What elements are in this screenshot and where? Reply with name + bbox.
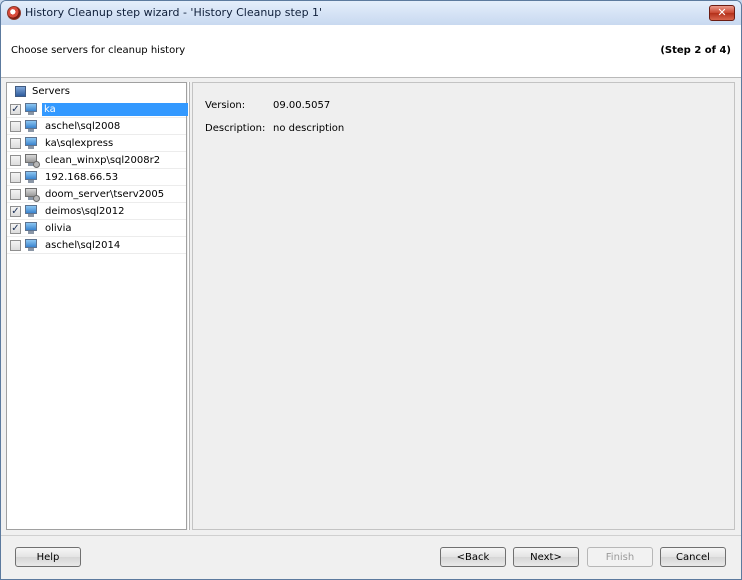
back-button[interactable]: <Back: [440, 547, 506, 567]
tree-item-server[interactable]: aschel\sql2008: [7, 118, 186, 135]
app-icon: [7, 6, 21, 20]
server-checkbox[interactable]: ✓: [10, 206, 21, 217]
server-checkbox[interactable]: [10, 138, 21, 149]
server-label: deimos\sql2012: [45, 206, 125, 217]
server-online-icon: [23, 238, 41, 253]
tree-root-label: Servers: [32, 86, 71, 97]
server-offline-icon: [23, 187, 41, 202]
server-checkbox[interactable]: [10, 240, 21, 251]
server-label: ka: [42, 103, 189, 116]
server-checkbox[interactable]: [10, 155, 21, 166]
tree-item-server[interactable]: ka\sqlexpress: [7, 135, 186, 152]
tree-item-server[interactable]: ✓ olivia: [7, 220, 186, 237]
server-label: aschel\sql2008: [45, 121, 121, 132]
description-value: no description: [273, 123, 345, 134]
help-button[interactable]: Help: [15, 547, 81, 567]
server-label: doom_server\tserv2005: [45, 189, 165, 200]
title-bar: History Cleanup step wizard - 'History C…: [1, 1, 741, 25]
server-online-icon: [23, 204, 41, 219]
server-checkbox[interactable]: ✓: [10, 104, 21, 115]
close-button[interactable]: ✕: [709, 5, 735, 21]
server-label: olivia: [45, 223, 72, 234]
server-online-icon: [23, 136, 41, 151]
server-checkbox[interactable]: [10, 172, 21, 183]
server-offline-icon: [23, 153, 41, 168]
wizard-header: Choose servers for cleanup history (Step…: [1, 25, 741, 78]
server-label: clean_winxp\sql2008r2: [45, 155, 161, 166]
version-label: Version:: [205, 100, 246, 111]
tree-item-server[interactable]: clean_winxp\sql2008r2: [7, 152, 186, 169]
tree-item-server[interactable]: ✓ deimos\sql2012: [7, 203, 186, 220]
footer-divider: [1, 535, 741, 536]
finish-button: Finish: [587, 547, 653, 567]
description-label: Description:: [205, 123, 266, 134]
server-checkbox[interactable]: ✓: [10, 223, 21, 234]
tree-item-server[interactable]: ✓ ka: [7, 101, 189, 118]
servers-tree: Servers ✓ ka aschel\sql2008 ka\sqlexpres…: [6, 82, 189, 530]
server-checkbox[interactable]: [10, 189, 21, 200]
cancel-button[interactable]: Cancel: [660, 547, 726, 567]
server-checkbox[interactable]: [10, 121, 21, 132]
step-indicator: (Step 2 of 4): [660, 45, 731, 56]
next-button[interactable]: Next>: [513, 547, 579, 567]
server-online-icon: [23, 221, 41, 236]
tree-item-server[interactable]: 192.168.66.53: [7, 169, 186, 186]
wizard-window: History Cleanup step wizard - 'History C…: [0, 0, 742, 580]
step-title: Choose servers for cleanup history: [11, 45, 186, 56]
server-online-icon: [23, 170, 41, 185]
server-online-icon: [23, 102, 41, 117]
server-label: aschel\sql2014: [45, 240, 121, 251]
servers-root-icon: [15, 86, 26, 97]
server-label: ka\sqlexpress: [45, 138, 114, 149]
server-details-panel: Version: 09.00.5057 Description: no desc…: [192, 82, 735, 530]
tree-item-server[interactable]: doom_server\tserv2005: [7, 186, 186, 203]
server-label: 192.168.66.53: [45, 172, 119, 183]
server-online-icon: [23, 119, 41, 134]
window-title: History Cleanup step wizard - 'History C…: [25, 6, 323, 19]
version-value: 09.00.5057: [273, 100, 331, 111]
tree-root-servers[interactable]: Servers: [7, 83, 186, 101]
tree-item-server[interactable]: aschel\sql2014: [7, 237, 186, 254]
panel-splitter[interactable]: [188, 82, 190, 530]
